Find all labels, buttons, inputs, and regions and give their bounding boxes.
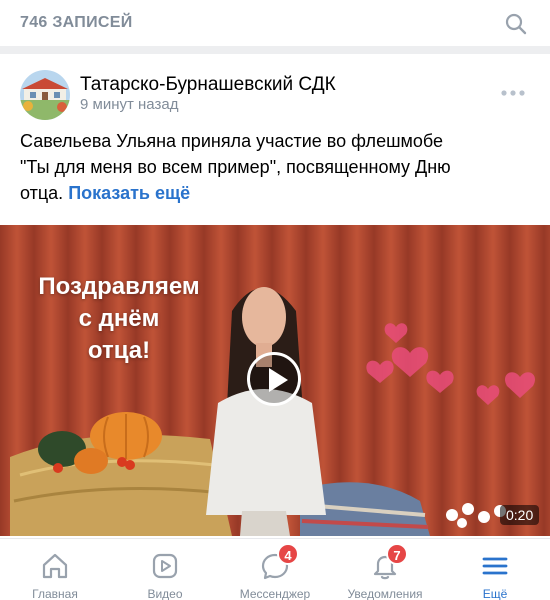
- post-text-line: "Ты для меня во всем пример", посвященно…: [20, 157, 451, 177]
- unread-badge: 4: [277, 543, 299, 565]
- search-icon[interactable]: [504, 12, 528, 36]
- bottom-tab-bar: Главная Видео 4 Мессенджер 7 Уведомления…: [0, 538, 550, 600]
- video-player[interactable]: Поздравляем с днём отца! 0:20: [0, 225, 550, 536]
- post-time: 9 минут назад: [80, 96, 179, 113]
- video-overlay-text: Поздравляем с днём отца!: [24, 271, 214, 367]
- post-header: Татарско-Бурнашевский СДК 9 минут назад: [0, 60, 550, 126]
- home-icon: [42, 553, 68, 579]
- notification-badge: 7: [386, 543, 408, 565]
- video-icon: [152, 553, 178, 579]
- tab-label: Уведомления: [347, 587, 423, 600]
- tab-label: Ещё: [482, 587, 508, 600]
- tab-label: Мессенджер: [239, 587, 311, 600]
- tab-label: Видео: [147, 587, 183, 600]
- overlay-line: Поздравляем: [38, 273, 200, 300]
- tab-label: Главная: [32, 587, 78, 600]
- show-more-link[interactable]: Показать ещё: [68, 183, 190, 203]
- overlay-line: с днём: [78, 305, 160, 332]
- post-text-line: Савельева Ульяна приняла участие во флеш…: [20, 131, 444, 151]
- tab-notifications[interactable]: 7 Уведомления: [330, 539, 440, 600]
- author-name[interactable]: Татарско-Бурнашевский СДК: [80, 74, 336, 96]
- overlay-line: отца!: [87, 337, 151, 364]
- menu-icon: [482, 557, 508, 575]
- tab-video[interactable]: Видео: [110, 539, 220, 600]
- post-text: Савельева Ульяна приняла участие во флеш…: [20, 128, 535, 206]
- avatar[interactable]: [20, 70, 70, 120]
- tab-messenger[interactable]: 4 Мессенджер: [220, 539, 330, 600]
- video-duration: 0:20: [500, 505, 540, 525]
- section-divider: [0, 46, 550, 54]
- play-icon[interactable]: [247, 352, 301, 406]
- post-text-line: отца.: [20, 183, 64, 203]
- more-options-icon[interactable]: [500, 88, 526, 98]
- records-count: 746 ЗАПИСЕЙ: [20, 14, 133, 31]
- feed-header: 746 ЗАПИСЕЙ: [0, 0, 550, 46]
- tab-home[interactable]: Главная: [0, 539, 110, 600]
- tab-more[interactable]: Ещё: [440, 539, 550, 600]
